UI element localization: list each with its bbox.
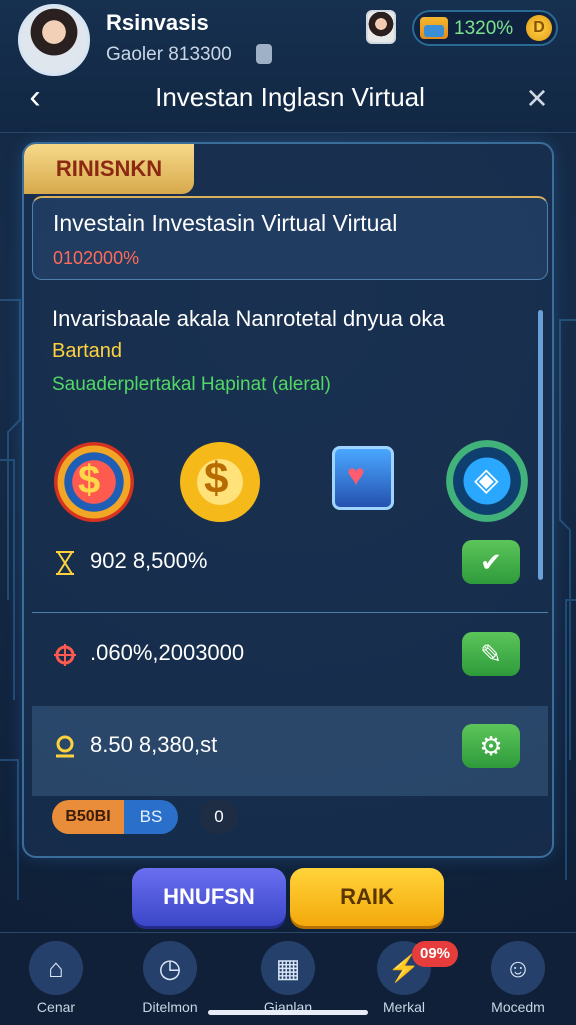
primary-left-button[interactable]: HNUFSN	[132, 868, 286, 926]
row-value: 902 8,500%	[90, 548, 208, 573]
value-row: 902 8,500% ✔	[32, 522, 548, 612]
chip-label-middle: BS	[124, 800, 178, 834]
chip-counter[interactable]: 0	[200, 800, 238, 834]
description-text: Invarisbaale akala Nanrotetal dnyua oka	[52, 306, 445, 331]
investment-panel: RINISNKN Investain Investasin Virtual Vi…	[22, 142, 554, 858]
edit-icon: ✎	[480, 639, 502, 669]
settings-button[interactable]: ⚙	[462, 724, 520, 768]
nav-label: Ditelmon	[142, 999, 198, 1015]
chip-toggle[interactable]: B50BI BS	[52, 800, 178, 834]
calendar-icon: ▦	[261, 941, 315, 995]
row-value: 8.50 8,380,st	[90, 732, 218, 757]
nav-item-calendar[interactable]: ▦ Gianlan	[238, 941, 338, 1021]
network-icon	[54, 644, 76, 666]
page-title: Investan Inglasn Virtual	[155, 82, 425, 112]
icons-row: $ $ ♥ ◈	[50, 438, 530, 528]
lock-icon	[256, 44, 272, 64]
status-yellow-text: Bartand	[52, 340, 123, 362]
back-button[interactable]: ‹	[18, 80, 52, 116]
nav-item-home[interactable]: ⌂ Cenar	[6, 941, 106, 1021]
status-green-text: Sauaderplertakal Hapinat (aleral)	[52, 374, 331, 395]
heart-tablet-icon[interactable]: ♥	[332, 446, 394, 510]
wallet-icon	[420, 17, 448, 39]
user-name: Rsinvasis	[106, 10, 209, 35]
gold-coin-icon[interactable]: $	[180, 442, 260, 522]
info-rate: 0102000%	[53, 248, 140, 268]
avatar[interactable]	[18, 4, 90, 76]
mini-avatar[interactable]	[366, 10, 396, 44]
nav-item-market[interactable]: ⚡ 09% Merkal	[354, 941, 458, 1021]
user-icon: ☺	[491, 941, 545, 995]
row-value: .060%,2003000	[90, 640, 245, 665]
badge-icon	[56, 735, 74, 758]
edit-button[interactable]: ✎	[462, 632, 520, 676]
primary-right-button[interactable]: RAIK	[290, 868, 444, 926]
nav-label: Mocedm	[491, 999, 545, 1015]
nav-item-profile[interactable]: ☺ Mocedm	[468, 941, 568, 1021]
balance-value: 1320%	[454, 18, 514, 39]
check-button[interactable]: ✔	[462, 540, 520, 584]
info-title: Investain Investasin Virtual Virtual	[53, 210, 398, 236]
gear-icon: ⚙	[479, 731, 503, 761]
home-icon: ⌂	[29, 941, 83, 995]
nav-item-clock[interactable]: ◷ Ditelmon	[120, 941, 220, 1021]
value-row: 8.50 8,380,st ⚙	[32, 706, 548, 796]
home-indicator	[208, 1010, 368, 1015]
dollar-target-icon[interactable]: $	[54, 442, 134, 522]
info-card: Investain Investasin Virtual Virtual 010…	[32, 196, 548, 280]
notification-badge: 09%	[412, 941, 458, 967]
value-row: .060%,2003000 ✎	[32, 614, 548, 704]
hourglass-icon	[56, 551, 74, 575]
nav-label: Merkal	[382, 999, 425, 1015]
coin-icon: D	[526, 15, 552, 41]
header-bar: Rsinvasis Gaoler 813300 1320% D ‹ Invest…	[0, 0, 576, 133]
chip-label-left: B50BI	[52, 800, 124, 834]
panel-tab-label[interactable]: RINISNKN	[24, 144, 194, 194]
shield-app-icon[interactable]: ◈	[446, 440, 528, 522]
nav-label: Cenar	[36, 999, 76, 1015]
user-subtitle: Gaoler 813300	[106, 44, 232, 65]
divider	[32, 612, 548, 613]
clock-icon: ◷	[143, 941, 197, 995]
balance-pill[interactable]: 1320% D	[412, 10, 558, 46]
check-icon: ✔	[480, 547, 502, 577]
close-button[interactable]: ×	[518, 80, 556, 118]
